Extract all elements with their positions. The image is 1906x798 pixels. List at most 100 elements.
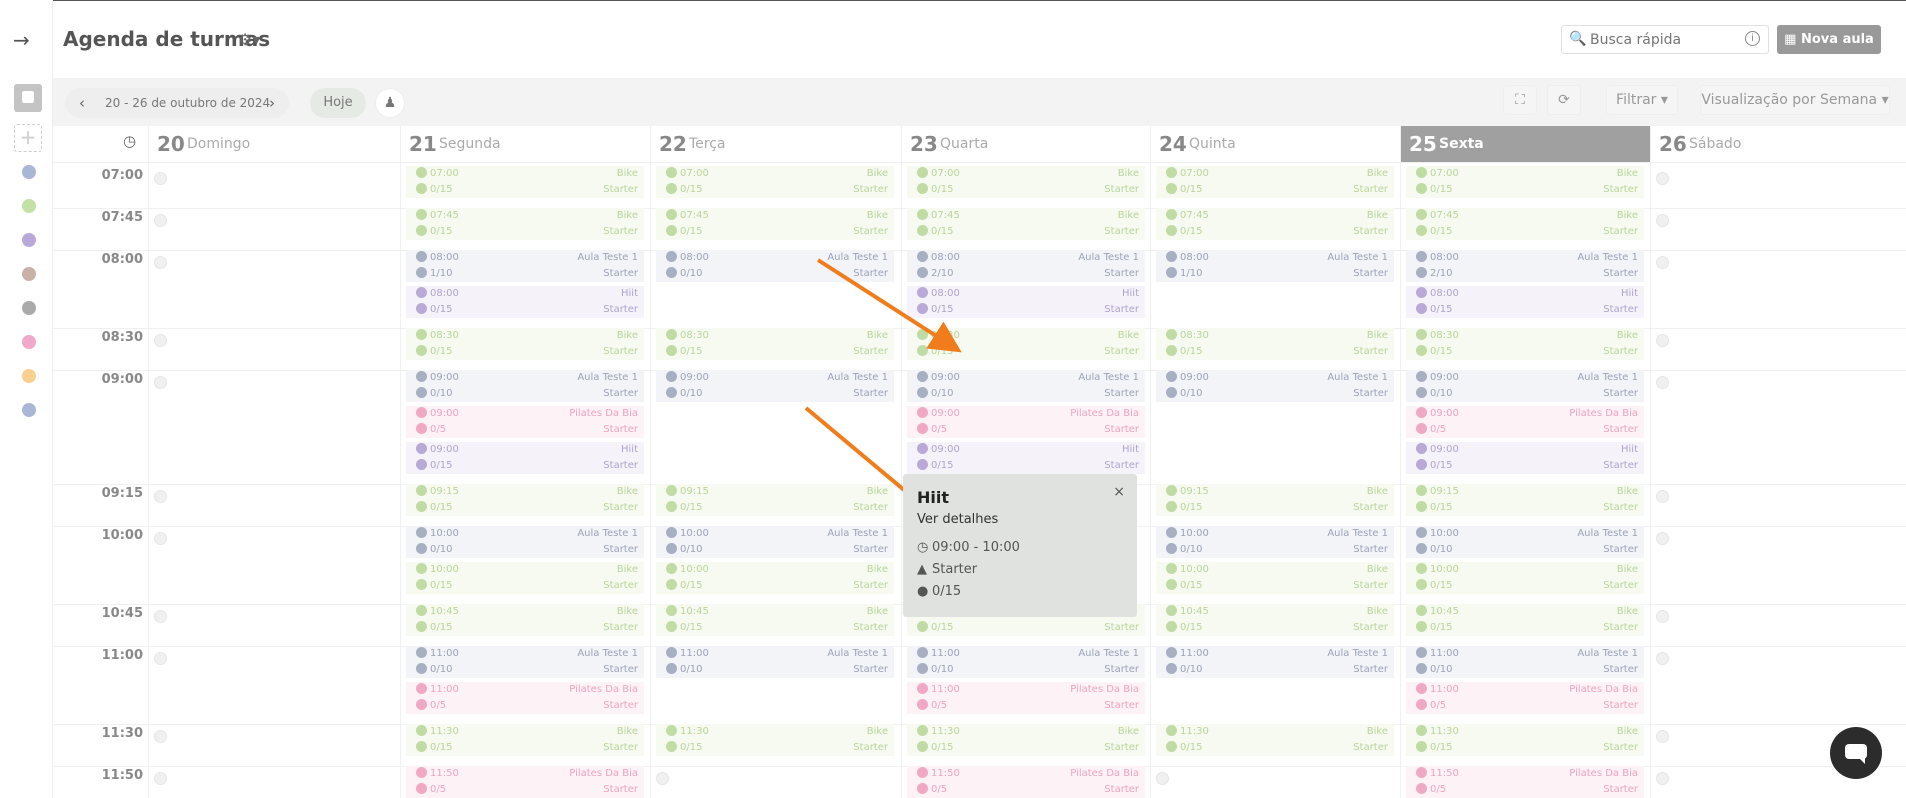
today-button[interactable]: Hoje <box>310 88 366 118</box>
gear-icon[interactable]: ⚙▾ <box>238 30 260 49</box>
empty-slot-add[interactable] <box>154 172 167 185</box>
class-event[interactable]: 11:30 0/15 Bike Starter <box>907 724 1145 756</box>
fullscreen-icon[interactable]: ⛶ <box>1503 85 1537 115</box>
class-event[interactable]: 11:00 0/10 Aula Teste 1 Starter <box>656 646 894 678</box>
day-header[interactable]: 25 Sexta <box>1400 126 1650 162</box>
class-event[interactable]: 11:00 0/5 Pilates Da Bia Starter <box>907 682 1145 714</box>
class-event[interactable]: 08:00 2/10 Aula Teste 1 Starter <box>907 250 1145 282</box>
class-event[interactable]: 11:50 0/5 Pilates Da Bia Starter <box>1406 766 1644 798</box>
day-header[interactable]: 21 Segunda <box>400 126 650 162</box>
class-event[interactable]: 09:00 0/10 Aula Teste 1 Starter <box>656 370 894 402</box>
calendar-color-filter[interactable] <box>15 328 43 356</box>
class-event[interactable]: 11:50 0/5 Pilates Da Bia Starter <box>907 766 1145 798</box>
class-event[interactable]: 11:50 0/5 Pilates Da Bia Starter <box>406 766 644 798</box>
calendar-color-filter[interactable] <box>15 294 43 322</box>
calendar-color-filter[interactable] <box>15 226 43 254</box>
class-event[interactable]: 11:30 0/15 Bike Starter <box>1156 724 1394 756</box>
empty-slot-add[interactable] <box>1656 532 1669 545</box>
class-event[interactable]: 10:45 0/15 Bike Starter <box>406 604 644 636</box>
prev-week-button[interactable]: ‹ <box>67 88 97 118</box>
class-event[interactable]: 10:00 0/10 Aula Teste 1 Starter <box>406 526 644 558</box>
class-event[interactable]: 10:00 0/15 Bike Starter <box>1156 562 1394 594</box>
calendar-color-filter[interactable] <box>15 362 43 390</box>
close-icon[interactable]: × <box>1113 484 1125 500</box>
class-event[interactable]: 07:45 0/15 Bike Starter <box>1406 208 1644 240</box>
class-event[interactable]: 08:00 1/10 Aula Teste 1 Starter <box>1156 250 1394 282</box>
empty-slot-add[interactable] <box>154 652 167 665</box>
all-calendars-button[interactable] <box>14 84 42 112</box>
class-event[interactable]: 08:00 1/10 Aula Teste 1 Starter <box>406 250 644 282</box>
arrow-right-icon[interactable]: → <box>13 28 30 52</box>
class-event[interactable]: 09:15 0/15 Bike Starter <box>1406 484 1644 516</box>
class-event[interactable]: 10:00 0/15 Bike Starter <box>1406 562 1644 594</box>
class-event[interactable]: 08:00 0/10 Aula Teste 1 Starter <box>656 250 894 282</box>
empty-slot-add[interactable] <box>154 532 167 545</box>
day-header[interactable]: 24 Quinta <box>1150 126 1400 162</box>
class-event[interactable]: 09:00 0/10 Aula Teste 1 Starter <box>1406 370 1644 402</box>
new-class-button[interactable]: ▦ Nova aula <box>1777 25 1881 54</box>
class-event[interactable]: 07:00 0/15 Bike Starter <box>1156 166 1394 198</box>
class-event[interactable]: 09:00 0/15 Hiit Starter <box>406 442 644 474</box>
empty-slot-add[interactable] <box>1656 772 1669 785</box>
class-event[interactable]: 09:15 0/15 Bike Starter <box>406 484 644 516</box>
empty-slot-add[interactable] <box>154 772 167 785</box>
calendar-color-filter[interactable] <box>15 158 43 186</box>
view-dropdown[interactable]: Visualização por Semana ▾ <box>1700 85 1890 115</box>
search-input[interactable] <box>1590 29 1740 50</box>
empty-slot-add[interactable] <box>1656 256 1669 269</box>
class-event[interactable]: 11:30 0/15 Bike Starter <box>406 724 644 756</box>
class-event[interactable]: 07:45 0/15 Bike Starter <box>1156 208 1394 240</box>
class-event[interactable]: 08:30 0/15 Bike Starter <box>1406 328 1644 360</box>
info-icon[interactable]: i <box>1745 31 1760 46</box>
class-event[interactable]: 10:00 0/10 Aula Teste 1 Starter <box>1406 526 1644 558</box>
class-event[interactable]: 09:15 0/15 Bike Starter <box>656 484 894 516</box>
class-event[interactable]: 10:00 0/10 Aula Teste 1 Starter <box>1156 526 1394 558</box>
empty-slot-add[interactable] <box>154 490 167 503</box>
class-event[interactable]: 11:00 0/5 Pilates Da Bia Starter <box>1406 682 1644 714</box>
refresh-icon[interactable]: ⟳ <box>1547 85 1581 115</box>
class-event[interactable]: 11:00 0/10 Aula Teste 1 Starter <box>1156 646 1394 678</box>
empty-slot-add[interactable] <box>1656 172 1669 185</box>
class-event[interactable]: 11:00 0/10 Aula Teste 1 Starter <box>1406 646 1644 678</box>
empty-slot-add[interactable] <box>1656 214 1669 227</box>
empty-slot-add[interactable] <box>1656 376 1669 389</box>
class-event[interactable]: 10:00 0/15 Bike Starter <box>406 562 644 594</box>
next-week-button[interactable]: › <box>257 88 287 118</box>
class-event[interactable]: 11:00 0/10 Aula Teste 1 Starter <box>406 646 644 678</box>
empty-slot-add[interactable] <box>1156 772 1169 785</box>
class-event[interactable]: 09:00 0/15 Hiit Starter <box>1406 442 1644 474</box>
class-event[interactable]: 10:00 0/15 Bike Starter <box>656 562 894 594</box>
class-event[interactable]: 10:45 0/15 Bike Starter <box>656 604 894 636</box>
class-event[interactable]: 09:15 0/15 Bike Starter <box>1156 484 1394 516</box>
teacher-filter-icon[interactable]: ♟ <box>375 88 405 118</box>
calendar-color-filter[interactable] <box>15 192 43 220</box>
day-header[interactable]: 22 Terça <box>650 126 900 162</box>
view-details-link[interactable]: Ver detalhes <box>917 512 998 527</box>
class-event[interactable]: 10:00 0/10 Aula Teste 1 Starter <box>656 526 894 558</box>
class-event[interactable]: 09:00 0/5 Pilates Da Bia Starter <box>406 406 644 438</box>
chat-button[interactable] <box>1830 727 1882 779</box>
class-event[interactable]: 07:00 0/15 Bike Starter <box>656 166 894 198</box>
empty-slot-add[interactable] <box>154 730 167 743</box>
class-event[interactable]: 10:45 0/15 Bike Starter <box>1156 604 1394 636</box>
empty-slot-add[interactable] <box>154 334 167 347</box>
class-event[interactable]: 09:00 0/10 Aula Teste 1 Starter <box>406 370 644 402</box>
class-event[interactable]: 11:00 0/5 Pilates Da Bia Starter <box>406 682 644 714</box>
class-event[interactable]: 08:30 0/15 Bike Starter <box>656 328 894 360</box>
class-event[interactable]: 08:30 0/15 Bike Starter <box>406 328 644 360</box>
calendar-color-filter[interactable] <box>15 396 43 424</box>
class-event[interactable]: 09:00 0/15 Hiit Starter <box>907 442 1145 474</box>
add-calendar-button[interactable]: + <box>14 124 42 152</box>
empty-slot-add[interactable] <box>1656 490 1669 503</box>
empty-slot-add[interactable] <box>1656 652 1669 665</box>
class-event[interactable]: 08:30 0/15 Bike Starter <box>907 328 1145 360</box>
class-event[interactable]: 08:00 2/10 Aula Teste 1 Starter <box>1406 250 1644 282</box>
class-event[interactable]: 11:30 0/15 Bike Starter <box>656 724 894 756</box>
day-header[interactable]: 26 Sábado <box>1650 126 1900 162</box>
class-event[interactable]: 08:00 0/15 Hiit Starter <box>907 286 1145 318</box>
empty-slot-add[interactable] <box>154 214 167 227</box>
empty-slot-add[interactable] <box>1656 610 1669 623</box>
class-event[interactable]: 07:45 0/15 Bike Starter <box>656 208 894 240</box>
class-event[interactable]: 08:30 0/15 Bike Starter <box>1156 328 1394 360</box>
day-header[interactable]: 23 Quarta <box>901 126 1151 162</box>
